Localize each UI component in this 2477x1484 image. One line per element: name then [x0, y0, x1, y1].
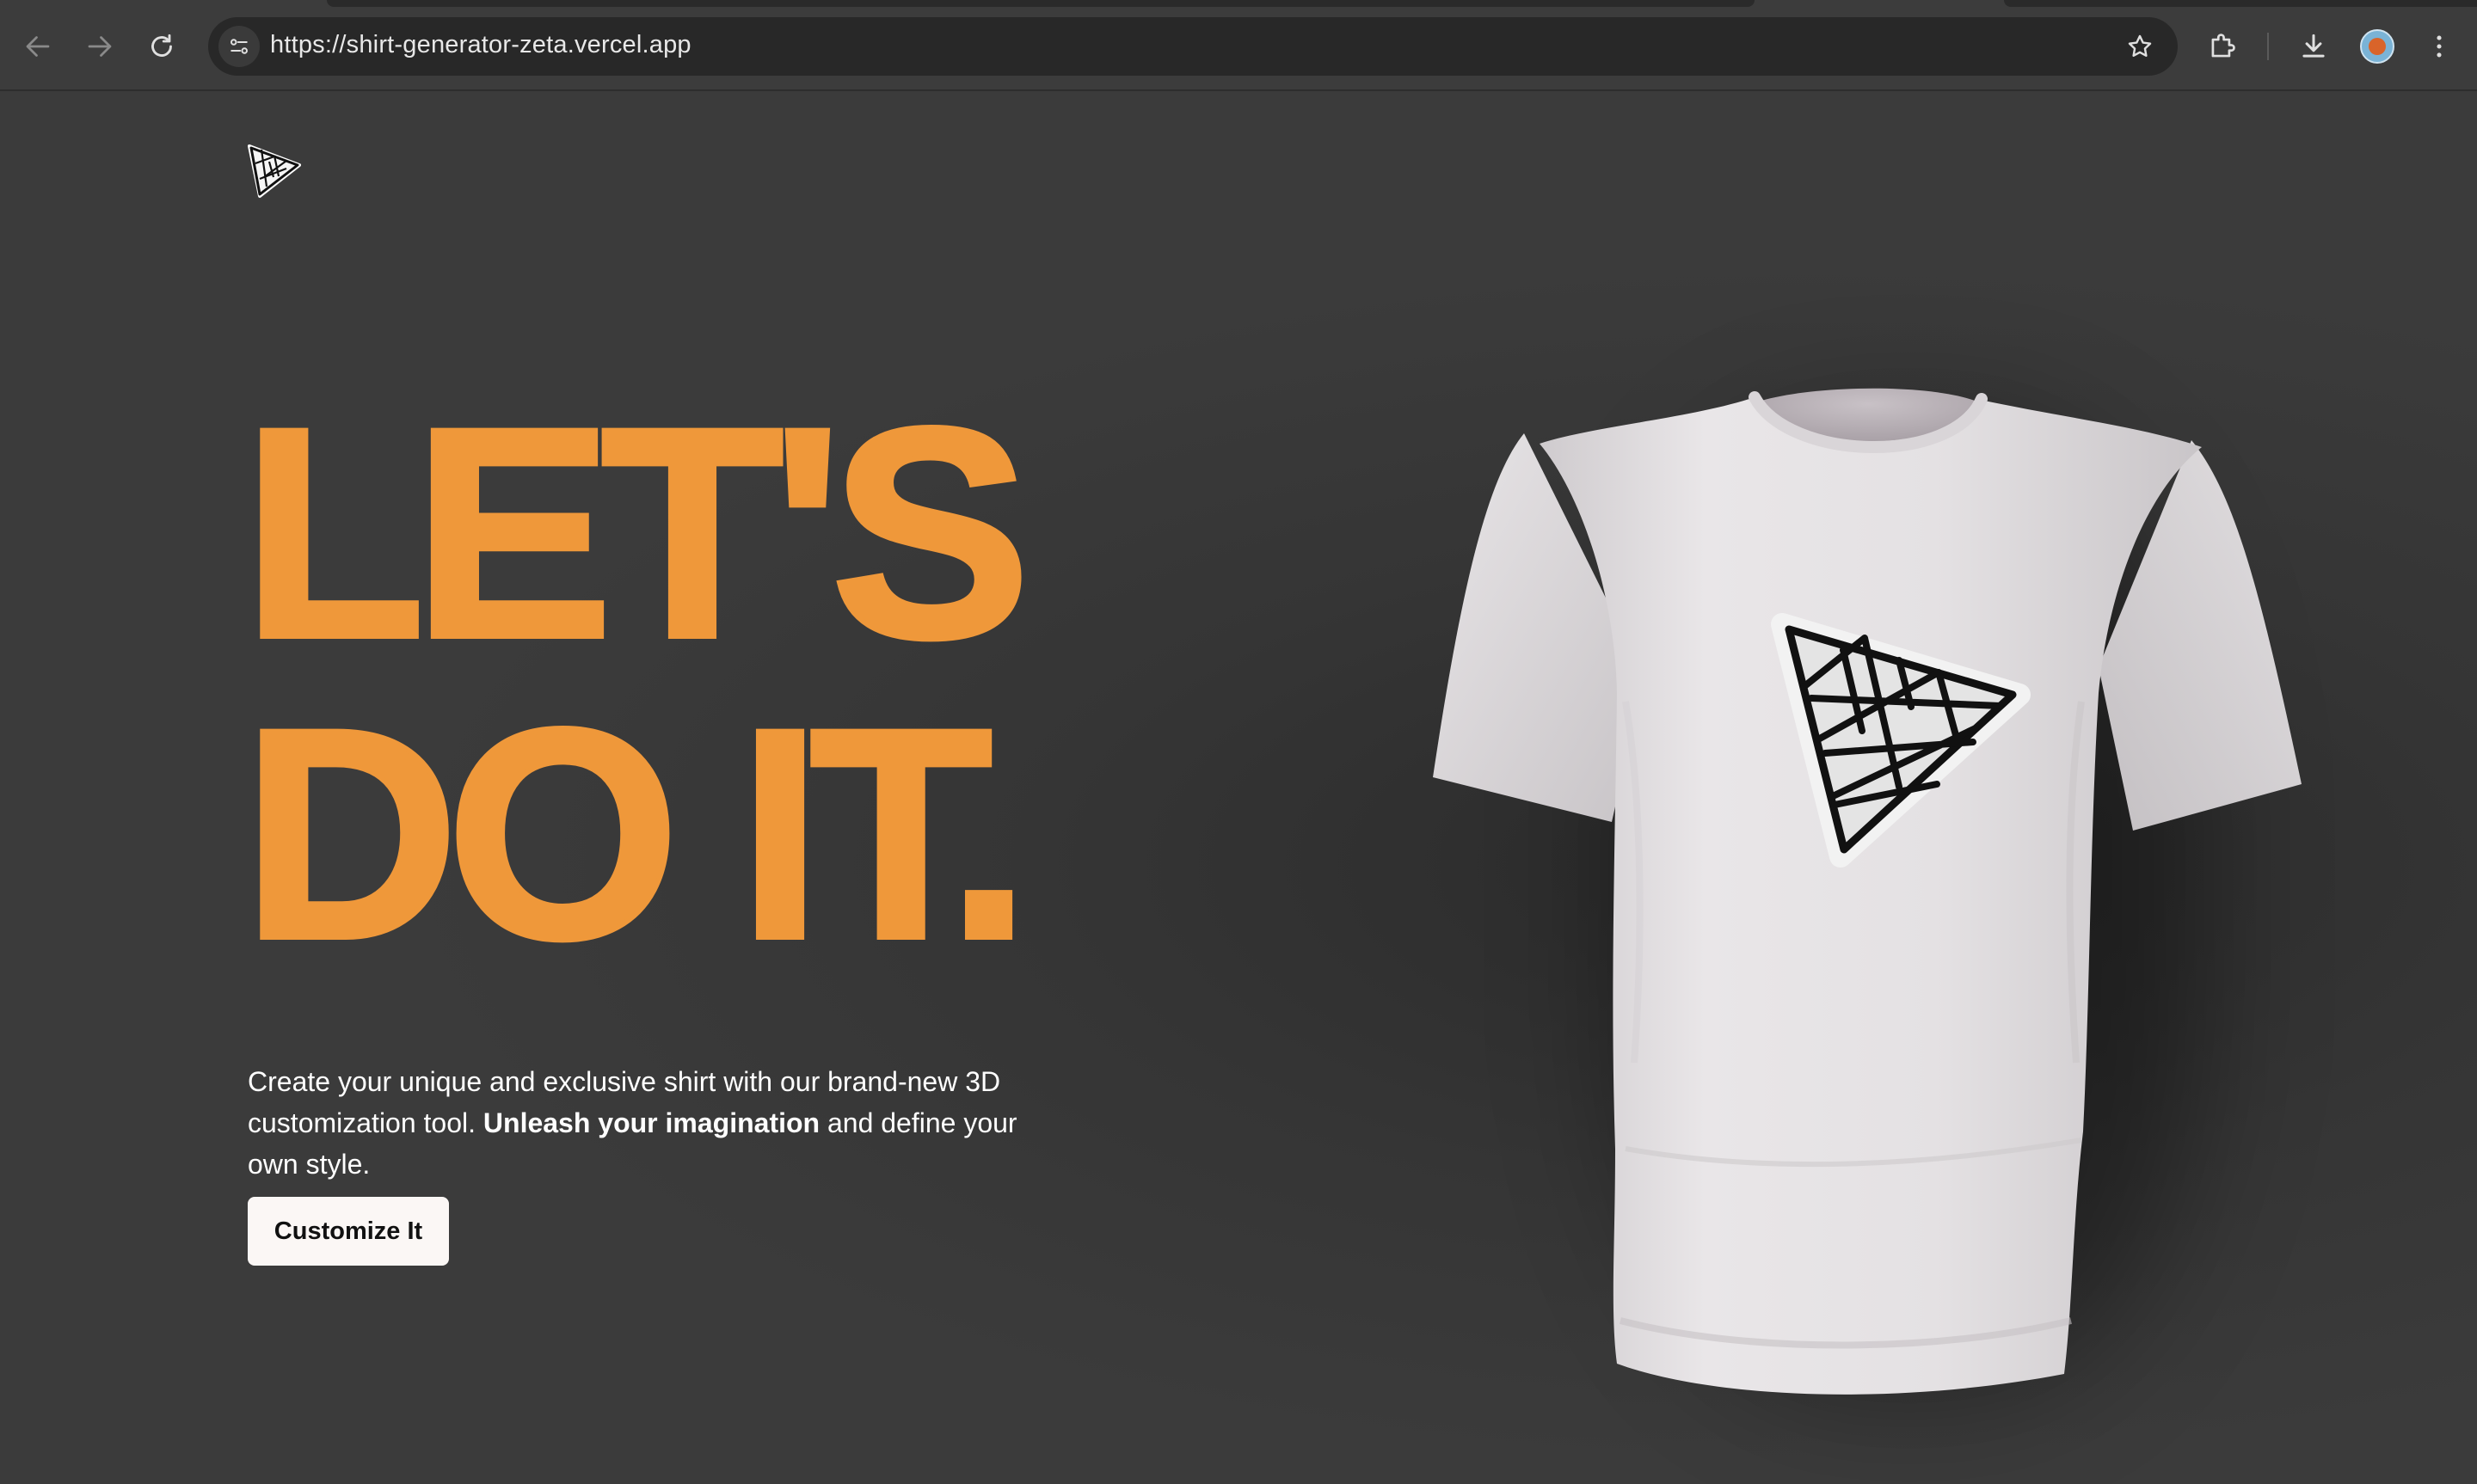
more-menu-icon [2437, 35, 2442, 58]
threejs-logo[interactable] [246, 143, 303, 199]
reload-button[interactable] [139, 24, 184, 69]
reload-icon [151, 34, 172, 57]
toolbar-divider [2267, 33, 2269, 60]
customize-it-button[interactable]: Customize It [248, 1197, 449, 1266]
tshirt-model [1433, 388, 2302, 1395]
forward-icon [88, 36, 112, 57]
more-menu-button[interactable] [2419, 26, 2460, 67]
hero-headline-line-1: LET'S [240, 365, 1033, 700]
bookmark-star-icon [2128, 34, 2152, 57]
profile-avatar[interactable] [2360, 29, 2394, 64]
extensions-icon [2211, 34, 2235, 58]
hero-headline-line-2: DO IT. [240, 666, 1033, 1001]
avatar-image [2369, 38, 2386, 55]
extensions-button[interactable] [2202, 26, 2243, 67]
browser-toolbar: https://shirt-generator-zeta.vercel.app [0, 0, 2477, 91]
tab-strip-edge [2004, 0, 2477, 7]
shirt-3d-canvas[interactable] [1411, 289, 2322, 1450]
address-bar[interactable]: https://shirt-generator-zeta.vercel.app [208, 17, 2178, 76]
url-text[interactable]: https://shirt-generator-zeta.vercel.app [270, 31, 691, 59]
tab-strip-edge [327, 0, 1755, 7]
forward-button[interactable] [77, 24, 122, 69]
back-button[interactable] [15, 24, 60, 69]
bookmark-button[interactable] [2123, 29, 2157, 64]
description-emphasis: Unleash your imagination [482, 1107, 821, 1138]
page-content: LET'S DO IT. Create your unique and excl… [0, 91, 2477, 1484]
download-icon [2302, 34, 2325, 58]
site-info-button[interactable] [218, 26, 260, 67]
download-button[interactable] [2293, 26, 2334, 67]
hero-description: Create your unique and exclusive shirt w… [248, 1061, 1022, 1185]
site-info-icon [230, 39, 249, 54]
back-icon [26, 36, 50, 57]
